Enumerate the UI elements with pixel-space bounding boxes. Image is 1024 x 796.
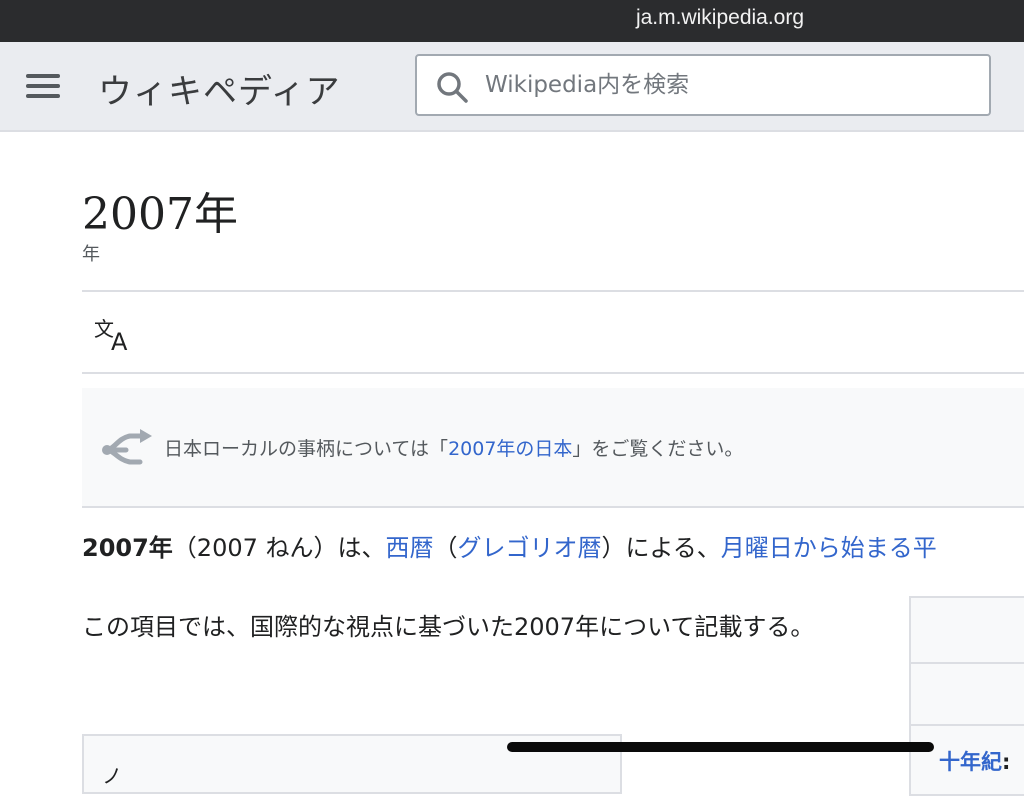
scope-note: この項目では、国際的な視点に基づいた2007年について記載する。: [82, 613, 815, 641]
hatnote: 日本ローカルの事柄については「2007年の日本」をご覧ください。: [82, 388, 1024, 508]
hatnote-prefix: 日本ローカルの事柄については「: [164, 438, 449, 460]
infobox-divider: [911, 662, 1024, 664]
hatnote-suffix: 」をご覧ください。: [572, 438, 744, 460]
hamburger-menu-icon[interactable]: [26, 72, 62, 100]
toc-glyph: ノ: [102, 764, 122, 788]
infobox-decade-label: 十年紀:: [939, 746, 1010, 776]
link-decade[interactable]: 十年紀: [939, 750, 1002, 774]
page-title: 2007年: [82, 189, 238, 240]
divider: [82, 372, 1024, 374]
link-monday-start-year[interactable]: 月曜日から始まる平: [721, 534, 937, 562]
infobox: 十年紀:: [909, 596, 1024, 796]
svg-text:A: A: [111, 328, 128, 352]
infobox-colon: :: [1002, 750, 1011, 774]
page-subtitle: 年: [82, 244, 100, 265]
lead-text: （2007 ねん）は、: [172, 534, 386, 562]
hatnote-link-2007-japan[interactable]: 2007年の日本: [448, 438, 572, 460]
link-gregorian-calendar[interactable]: グレゴリオ暦: [458, 534, 602, 562]
infobox-divider: [911, 724, 1024, 726]
home-indicator[interactable]: [507, 742, 934, 752]
search-icon: [437, 72, 468, 103]
search-input[interactable]: [485, 68, 965, 102]
search-box[interactable]: [415, 54, 991, 116]
lead-text: （: [433, 534, 458, 562]
status-url[interactable]: ja.m.wikipedia.org: [0, 6, 1024, 30]
lead-paragraph: 2007年（2007 ねん）は、西暦（グレゴリオ暦）による、月曜日から始まる平: [82, 528, 937, 563]
language-icon[interactable]: 文 A: [94, 316, 138, 352]
lead-bold-title: 2007年: [82, 534, 173, 562]
site-header: ウィキペディア: [0, 42, 1024, 132]
lead-text: ）による、: [601, 534, 721, 562]
divider: [82, 290, 1024, 292]
status-bar: ja.m.wikipedia.org: [0, 0, 1024, 42]
hatnote-text: 日本ローカルの事柄については「2007年の日本」をご覧ください。: [164, 434, 743, 461]
link-seireki[interactable]: 西暦: [386, 534, 434, 562]
site-logo[interactable]: ウィキペディア: [98, 64, 341, 113]
disambiguation-icon: [102, 429, 152, 465]
